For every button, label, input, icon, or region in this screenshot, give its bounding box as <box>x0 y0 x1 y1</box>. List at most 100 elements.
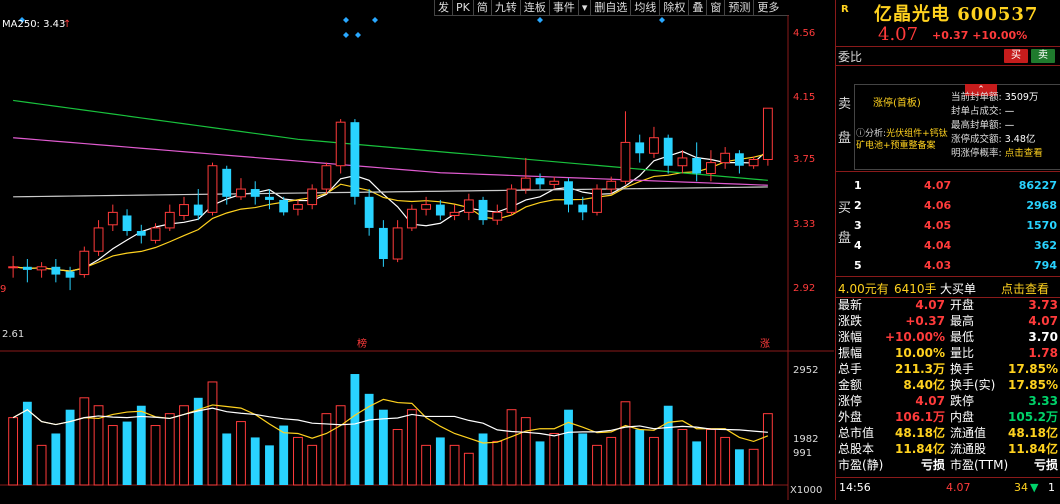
big-order-link[interactable]: 点击查看 <box>1001 280 1049 297</box>
bid-level[interactable]: 5 4.03 794 <box>854 256 1059 276</box>
stat-label: 振幅 <box>838 346 863 360</box>
candle-body <box>620 141 631 182</box>
volume-bar <box>578 433 588 485</box>
volume-bar <box>720 436 731 486</box>
toolbar-btn-window[interactable]: 窗 <box>706 0 724 15</box>
candle-body <box>164 211 175 229</box>
bid-price: 4.04 <box>924 239 952 252</box>
volume-bar <box>663 405 673 485</box>
toolbar-btn-forecast[interactable]: 预测 <box>724 0 753 15</box>
probability-link[interactable]: 点击查看 <box>1005 148 1043 159</box>
toolbar-btn-overlay[interactable]: 叠 <box>688 0 706 15</box>
candle-body <box>435 204 445 216</box>
stat-label: 开盘 <box>950 298 975 312</box>
toolbar-btn-delete-watch[interactable]: 删自选 <box>590 0 630 15</box>
volume-bar <box>207 381 218 486</box>
event-diamond-icon[interactable] <box>343 17 349 23</box>
candle-body <box>8 266 19 269</box>
candle-body <box>250 189 260 197</box>
toolbar-btn-pk[interactable]: PK <box>452 0 473 15</box>
ma250-line <box>13 186 768 198</box>
stat-value: 8.40亿 <box>903 378 945 392</box>
candle-body <box>734 153 744 166</box>
event-markers[interactable] <box>19 17 665 38</box>
volume-bar <box>36 444 47 486</box>
bang-tag[interactable]: 榜 <box>357 337 367 350</box>
bid-level[interactable]: 1 4.07 86227 <box>854 176 1059 196</box>
toolbar-btn-shijian[interactable]: 事件 <box>548 0 578 15</box>
volume-bar <box>406 409 417 486</box>
event-diamond-icon[interactable] <box>372 17 378 23</box>
candle-body <box>692 157 702 174</box>
candle-body <box>107 211 118 226</box>
quote-panel: R 亿晶光电 600537 4.07 +0.37 +10.00% 委比 买 卖 … <box>835 0 1060 500</box>
candle-body <box>364 196 374 228</box>
candle-body <box>748 159 759 167</box>
bid-volume: 362 <box>1034 239 1057 252</box>
toolbar-btn-jiuzhuan[interactable]: 九转 <box>490 0 520 15</box>
toolbar-btn-ma[interactable]: 均线 <box>630 0 659 15</box>
stat-value: 11.84亿 <box>1008 442 1058 456</box>
volume-bar <box>79 397 90 486</box>
stat-label: 跌停 <box>950 394 975 408</box>
stat-value: 4.07 <box>915 394 945 408</box>
buy-button[interactable]: 买 <box>1004 49 1028 63</box>
weibi-row: 委比 买 卖 <box>836 47 1060 66</box>
volume-bar <box>122 421 132 485</box>
stats-row: 总手 211.3万 换手 17.85% <box>838 362 1058 377</box>
sell-button[interactable]: 卖 <box>1031 49 1055 63</box>
volume-bar <box>549 432 560 486</box>
volume-bar <box>692 441 702 485</box>
candle-body <box>207 165 218 213</box>
tick-count: 1 <box>1048 481 1055 494</box>
candle-body <box>392 227 403 260</box>
bid-box: 买盘 1 4.07 86227 2 4.06 2968 3 4.05 1570 4 4… <box>836 172 1060 277</box>
stat-value: 1.78 <box>1028 346 1058 360</box>
toolbar-btn-jian[interactable]: 简 <box>472 0 491 15</box>
event-diamond-icon[interactable] <box>537 17 543 23</box>
bid-level[interactable]: 4 4.04 362 <box>854 236 1059 256</box>
event-diamond-icon[interactable] <box>659 17 665 23</box>
volume-bar <box>164 413 175 486</box>
event-diamond-icon[interactable] <box>343 32 349 38</box>
toolbar-btn-exright[interactable]: 除权 <box>659 0 688 15</box>
bid-level[interactable]: 3 4.05 1570 <box>854 216 1059 236</box>
candle-body <box>564 181 573 205</box>
stat-value: 10.00% <box>895 346 945 360</box>
stat-label: 最高 <box>950 314 975 328</box>
stat-value: 17.85% <box>1008 378 1058 392</box>
toolbar-btn-lianban[interactable]: 连板 <box>519 0 549 15</box>
ma250-arrow-icon: ↑ <box>63 19 71 30</box>
candle-body <box>93 227 104 252</box>
volume-bar <box>307 444 318 486</box>
candle-body <box>492 211 503 221</box>
bid-level[interactable]: 2 4.06 2968 <box>854 196 1059 216</box>
bid-volume: 86227 <box>1018 179 1057 192</box>
toolbar-btn-fa[interactable]: 发 <box>434 0 452 15</box>
candle-body <box>236 188 246 198</box>
zhangting-tag[interactable]: 涨 <box>760 338 770 350</box>
volume-bar <box>293 436 303 486</box>
toolbar-btn-more[interactable]: 更多 <box>753 0 782 15</box>
bid-level-num: 3 <box>854 219 862 232</box>
candle-body <box>606 180 617 190</box>
candle-body <box>79 250 90 276</box>
event-diamond-icon[interactable] <box>355 32 361 38</box>
stat-label: 最新 <box>838 298 863 312</box>
stock-price: 4.07 <box>878 24 919 45</box>
volume-axis: 2952 1982 991 X1000 <box>790 365 822 496</box>
dropdown-arrow-icon[interactable]: ▾ <box>577 0 591 15</box>
bid-level-num: 1 <box>854 179 862 192</box>
candle-body <box>463 199 474 213</box>
weibi-label: 委比 <box>838 50 863 64</box>
chart-area[interactable]: MA250: 3.43 ↑ 4.56 4.15 3.75 3.33 2.92 2… <box>0 15 834 500</box>
price-volume-chart[interactable]: MA250: 3.43 ↑ 4.56 4.15 3.75 3.33 2.92 2… <box>0 15 834 500</box>
tick-time: 14:56 <box>839 481 871 494</box>
candle-body <box>677 157 688 167</box>
candle-body <box>150 227 161 241</box>
volume-bar <box>620 401 631 486</box>
candle-body <box>179 204 189 216</box>
candle-body <box>193 204 203 216</box>
volume-bar <box>150 425 161 486</box>
candle-body <box>293 204 303 210</box>
